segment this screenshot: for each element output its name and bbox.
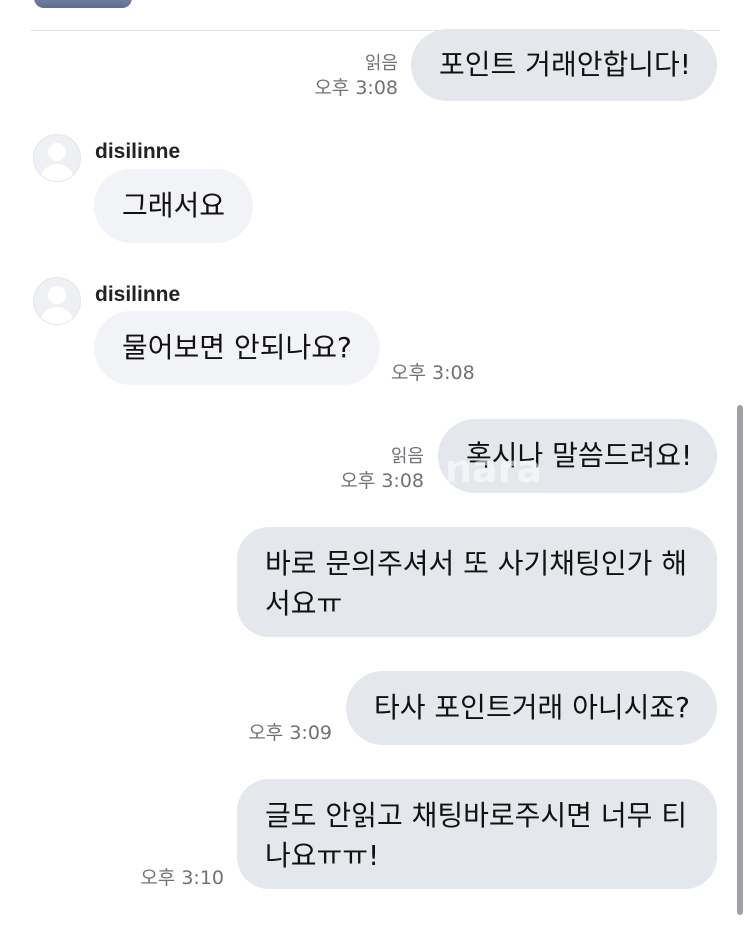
- message-bubble-out[interactable]: 타사 포인트거래 아니시죠?: [346, 671, 717, 745]
- message-bubble-out[interactable]: 글도 안읽고 채팅바로주시면 너무 티나요ㅠㅠ!: [237, 779, 717, 889]
- message-bubble-out[interactable]: 바로 문의주셔서 또 사기채팅인가 해서요ㅠ: [237, 527, 717, 637]
- user-avatar[interactable]: [33, 134, 81, 182]
- timestamp: 오후 3:08: [314, 77, 398, 99]
- message-meta: 읽음 오후 3:08: [340, 445, 424, 493]
- timestamp: 오후 3:08: [340, 470, 424, 492]
- message-meta: 읽음 오후 3:08: [314, 52, 398, 100]
- sender-name: disilinne: [95, 140, 181, 163]
- timestamp: 오후 3:09: [248, 722, 332, 744]
- timestamp: 오후 3:08: [391, 362, 475, 384]
- previous-message-image[interactable]: [34, 0, 132, 8]
- message-bubble-out[interactable]: 혹시나 말씀드려요!: [438, 419, 717, 493]
- message-bubble-in[interactable]: 그래서요: [94, 169, 253, 243]
- message-bubble-in[interactable]: 물어보면 안되나요?: [94, 311, 380, 385]
- scrollbar[interactable]: [737, 405, 743, 915]
- message-bubble-out[interactable]: 포인트 거래안합니다!: [411, 29, 717, 101]
- user-avatar[interactable]: [33, 277, 81, 325]
- read-receipt: 읽음: [364, 53, 398, 74]
- timestamp: 오후 3:10: [140, 867, 224, 889]
- read-receipt: 읽음: [390, 446, 424, 467]
- sender-name: disilinne: [95, 283, 181, 306]
